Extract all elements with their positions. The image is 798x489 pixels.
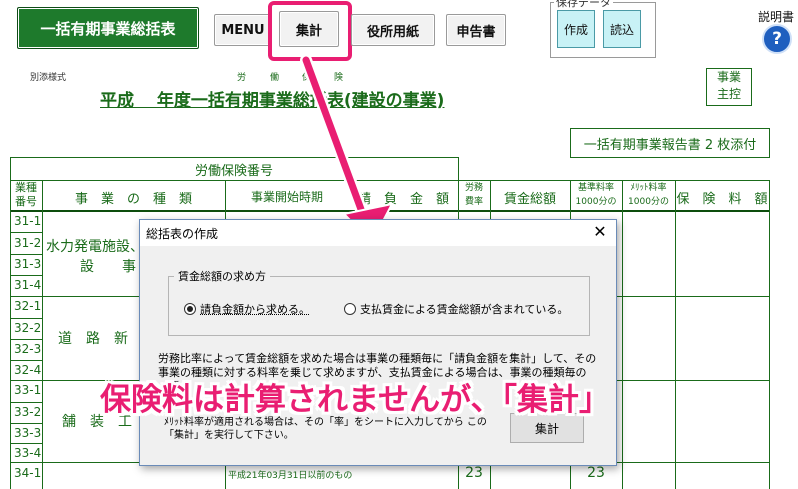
dialog-titlebar: 総括表の作成 ✕ xyxy=(140,220,616,246)
option-contract-label[interactable]: 請負金額から求める。 xyxy=(200,301,310,317)
annotation-callout: 保険料は計算されませんが、「集計」 xyxy=(100,382,610,418)
option-contract-radio[interactable] xyxy=(184,303,196,315)
close-icon[interactable]: ✕ xyxy=(590,222,610,241)
option-wages-label[interactable]: 支払賃金による賃金総額が含まれている。 xyxy=(360,301,568,317)
wage-method-label: 賃金総額の求め方 xyxy=(174,268,270,284)
option-wages-radio[interactable] xyxy=(344,303,356,315)
summary-dialog: 総括表の作成 ✕ 賃金総額の求め方 請負金額から求める。 支払賃金による賃金総額… xyxy=(139,219,617,466)
dialog-title: 総括表の作成 xyxy=(146,227,219,241)
dialog-note: ﾒﾘｯﾄ料率が適用される場合は、その「率」をシートに入力してから この「集計」を… xyxy=(164,417,487,441)
